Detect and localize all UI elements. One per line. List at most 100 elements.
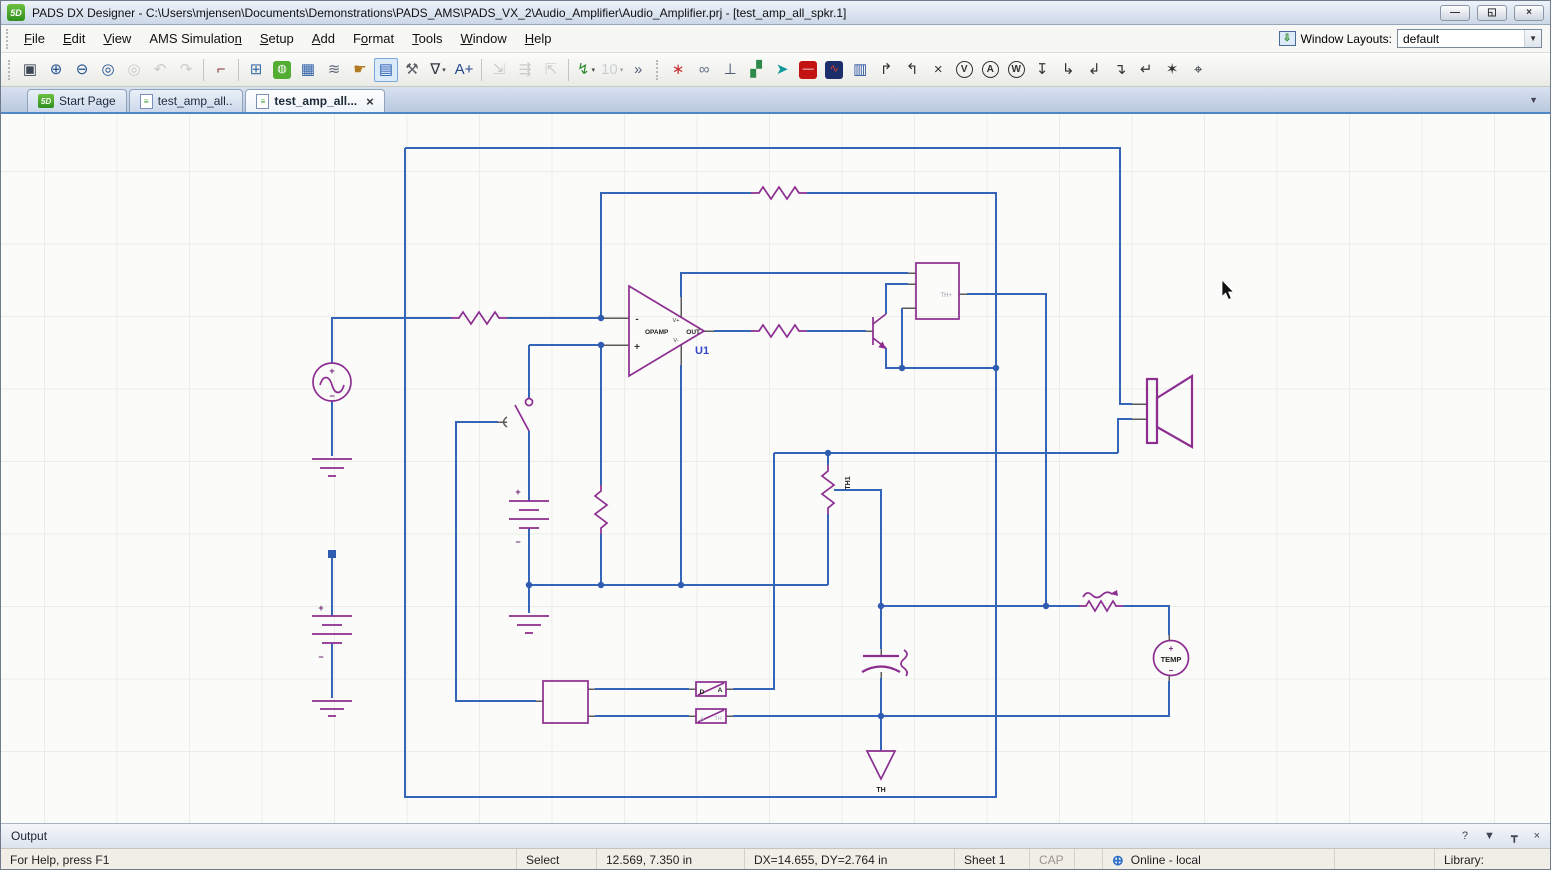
chevron-down-icon[interactable]: ▾	[620, 66, 624, 74]
spark-probe-icon[interactable]: ✶	[1160, 58, 1184, 82]
zoom-mode-icon[interactable]: ◎	[96, 58, 120, 82]
fit-view-icon[interactable]: ▣	[18, 58, 42, 82]
find-text-icon[interactable]: A+	[452, 58, 476, 82]
view-spice-icon[interactable]: ∞	[692, 58, 716, 82]
capacitor-polarized[interactable]	[862, 650, 907, 676]
pin-icon[interactable]: ┳	[1511, 830, 1518, 843]
schematic-canvas[interactable]: + − - + OPAMP OUT	[1, 114, 1550, 823]
resistor-gain[interactable]	[595, 485, 607, 534]
add-probe-pair-icon[interactable]: ↰	[900, 58, 924, 82]
thermal-resistor[interactable]	[1079, 590, 1123, 611]
find-component-icon[interactable]: ⌖	[1186, 58, 1210, 82]
status-gap	[1074, 849, 1102, 870]
help-icon[interactable]: ?	[1462, 830, 1468, 842]
temp-source[interactable]: + TEMP −	[1154, 641, 1189, 676]
transistor-npn[interactable]	[873, 314, 886, 349]
bridge-a2th-left-label: A	[700, 717, 704, 723]
selection-filter-icon[interactable]: ∇▾	[426, 58, 450, 82]
menu-add[interactable]: Add	[303, 26, 344, 51]
ground-symbol-main[interactable]	[509, 616, 549, 633]
tools-options-icon[interactable]: ⚒	[400, 58, 424, 82]
reference-probe-icon[interactable]: ↵	[1134, 58, 1158, 82]
battery-aux-plus-label: +	[318, 603, 323, 613]
wires[interactable]	[332, 148, 1169, 797]
menu-setup[interactable]: Setup	[251, 26, 303, 51]
ground-reference-icon[interactable]: ↧	[1030, 58, 1054, 82]
run-simulation-icon[interactable]: ➤	[770, 58, 794, 82]
push-sheet-icon: ⇶	[513, 58, 537, 82]
bridge-a2th[interactable]: A TH	[696, 709, 726, 723]
thermal-port-th[interactable]: TH	[867, 751, 895, 794]
toolbar-grip[interactable]	[8, 60, 12, 80]
menu-ams-simulation[interactable]: AMS Simulation	[140, 26, 250, 51]
voltmeter-icon[interactable]: V	[952, 58, 976, 82]
delete-probes-icon[interactable]: ×	[926, 58, 950, 82]
status-coordinates: 12.569, 7.350 in	[596, 849, 744, 870]
box-th-pin-label: TH+	[940, 293, 952, 299]
menu-tools[interactable]: Tools	[403, 26, 451, 51]
board-viewer-icon[interactable]: ▦	[296, 58, 320, 82]
chevron-down-icon[interactable]: ▾	[442, 66, 446, 74]
status-online[interactable]: ⊕ Online - local	[1102, 849, 1334, 870]
add-probe-icon[interactable]: ↱	[874, 58, 898, 82]
status-mode: Select	[516, 849, 596, 870]
zoom-in-icon[interactable]: ⊕	[44, 58, 68, 82]
differential-probe-icon[interactable]: ↴	[1108, 58, 1132, 82]
resistor-input[interactable]	[451, 312, 507, 324]
bridge-d2a[interactable]: D A	[696, 682, 726, 696]
window-layouts-select[interactable]: default ▼	[1397, 29, 1542, 48]
voltage-probe-icon[interactable]: ↳	[1056, 58, 1080, 82]
oscilloscope-icon[interactable]: ∿	[822, 58, 846, 82]
zoom-out-icon[interactable]: ⊖	[70, 58, 94, 82]
stimulus-block[interactable]	[543, 681, 588, 723]
hierarchy-navigator-icon[interactable]: ⊞	[244, 58, 268, 82]
chevron-down-icon[interactable]: ▾	[592, 66, 596, 74]
close-icon[interactable]: ×	[366, 94, 374, 109]
restore-button[interactable]: ◱	[1477, 5, 1507, 21]
minimize-button[interactable]: —	[1440, 5, 1470, 21]
toolbar-grip[interactable]	[656, 60, 660, 80]
close-button[interactable]: ×	[1514, 5, 1544, 21]
menu-file[interactable]: File	[15, 26, 54, 51]
thermal-model-box[interactable]: TH+	[916, 263, 959, 319]
pads-viewer-icon[interactable]: ◍	[270, 58, 294, 82]
opamp-name-label: OPAMP	[645, 329, 669, 336]
signal-view-icon[interactable]: ≋	[322, 58, 346, 82]
chevron-down-icon[interactable]: ▼	[1484, 830, 1495, 842]
orthogonal-route-icon[interactable]: ⌐	[209, 58, 233, 82]
current-probe-icon[interactable]: ↲	[1082, 58, 1106, 82]
document-list-icon[interactable]: ▤	[374, 58, 398, 82]
chevron-down-icon[interactable]: ▼	[1524, 30, 1541, 47]
ac-source[interactable]: + −	[313, 363, 351, 401]
speaker[interactable]	[1147, 376, 1192, 447]
close-icon[interactable]: ×	[1534, 830, 1540, 842]
opamp-u1[interactable]: - + OPAMP OUT V+ V- U1	[629, 286, 709, 376]
net-highlight-icon[interactable]: ↯▾	[574, 58, 598, 82]
stop-simulation-icon[interactable]: —	[796, 58, 820, 82]
ground-symbol-ac[interactable]	[312, 459, 352, 476]
resistor-feedback-top[interactable]	[751, 187, 807, 199]
ground-symbol-aux[interactable]	[312, 701, 352, 716]
menu-window[interactable]: Window	[451, 26, 515, 51]
simulation-wizard-icon[interactable]: ∗	[666, 58, 690, 82]
tab-test-amp-all[interactable]: ≡test_amp_all...×	[245, 89, 384, 112]
tab-test-amp-all[interactable]: ≡test_amp_all..	[129, 89, 244, 112]
status-sheet[interactable]: Sheet 1	[954, 849, 1029, 870]
ammeter-icon[interactable]: A	[978, 58, 1002, 82]
switch[interactable]	[504, 399, 533, 432]
toolbar-overflow-icon[interactable]: »	[626, 58, 650, 82]
menu-grip[interactable]	[6, 29, 10, 49]
tab-list-dropdown-icon[interactable]: ▼	[1517, 95, 1550, 105]
wattmeter-icon[interactable]: W	[1004, 58, 1028, 82]
resistor-output[interactable]	[751, 325, 807, 337]
model-mapping-icon[interactable]: ▞	[744, 58, 768, 82]
edit-properties-icon[interactable]: ☛	[348, 58, 372, 82]
simulation-results-icon[interactable]: ▥	[848, 58, 872, 82]
menu-edit[interactable]: Edit	[54, 26, 94, 51]
menu-view[interactable]: View	[94, 26, 140, 51]
tab-start-page[interactable]: 5DStart Page	[27, 89, 127, 112]
menu-help[interactable]: Help	[516, 26, 561, 51]
output-panel-header[interactable]: Output ?▼┳×	[1, 823, 1550, 848]
menu-format[interactable]: Format	[344, 26, 403, 51]
probe-setup-icon[interactable]: ⊥	[718, 58, 742, 82]
